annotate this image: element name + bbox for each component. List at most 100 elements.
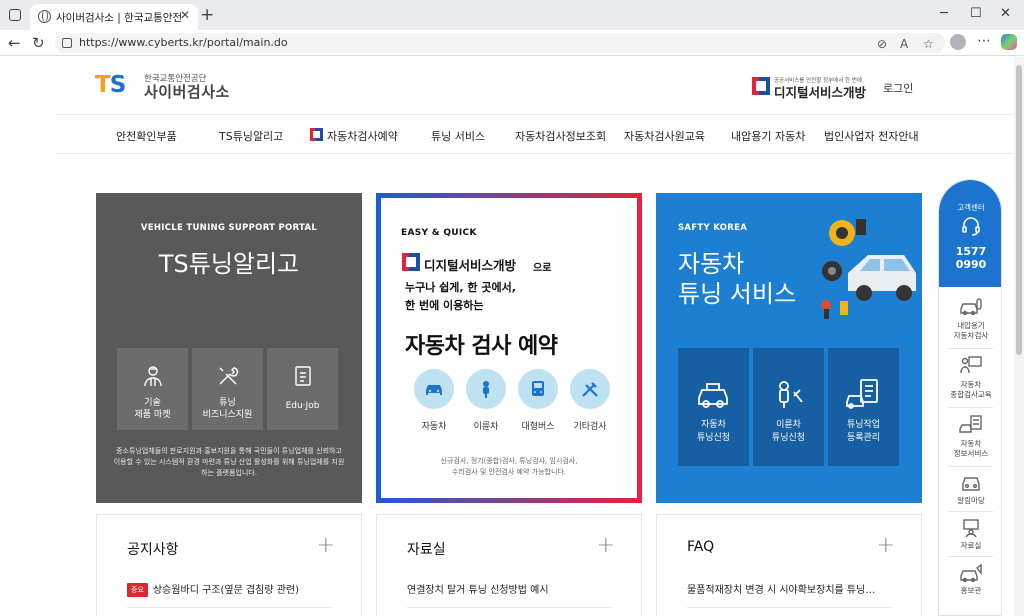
divider — [949, 407, 993, 408]
reservation-line-2: 한 번에 이용하는 — [405, 299, 484, 312]
faq-item[interactable]: 물품적재장치 변경 시 시야확보장치를 튜닝… — [687, 581, 892, 596]
quick-item-label: 알림마당 — [957, 496, 985, 505]
car-cylinder-icon — [960, 298, 982, 315]
digital-service-title[interactable]: 디지털서비스개방 — [774, 82, 866, 101]
nav-item-inspection-reservation[interactable]: 자동차검사예약 — [327, 128, 398, 144]
digital-service-logo-icon — [402, 253, 420, 271]
close-tab-icon[interactable]: ✕ — [180, 8, 190, 22]
tile-label: 기술 제품 마켓 — [134, 398, 171, 420]
archive-board: 자료실 + 연결장치 탈거 튜닝 신청방법 예시 — [376, 514, 642, 616]
quick-item-label: 내압용기 자동차검사 — [953, 321, 989, 340]
car-label: 자동차 — [421, 422, 447, 432]
headset-icon — [962, 217, 980, 236]
tuning-work-registration-tile[interactable]: 튜닝작업 등록관리 — [828, 348, 899, 466]
camera-off-icon[interactable]: ⊘ — [877, 37, 887, 51]
faq-title: FAQ — [687, 539, 715, 555]
tuning-title: TS튜닝알리고 — [158, 250, 300, 278]
minimize-button[interactable]: ─ — [940, 6, 948, 21]
tab-title: 사이버검사소 | 한국교통안전공단 — [56, 12, 181, 24]
service-title-2: 튜닝 서비스 — [678, 280, 797, 308]
tile-label: 자동차 튜닝신청 — [696, 420, 731, 443]
bus-inspection-button[interactable] — [518, 369, 558, 409]
nav-item-ts-tuning[interactable]: TS튜닝알리고 — [219, 128, 283, 144]
motorcycle-inspection-button[interactable] — [466, 369, 506, 409]
other-label: 기타검사 — [573, 422, 607, 432]
quick-item-comprehensive-education[interactable]: 자동차 종합검사교육 — [939, 352, 1001, 408]
edu-job-tile[interactable]: Edu·Job — [267, 348, 338, 430]
tech-market-tile[interactable]: 기술 제품 마켓 — [117, 348, 188, 430]
quick-item-archive[interactable]: 자료실 — [939, 515, 1001, 557]
close-window-button[interactable]: ✕ — [1000, 6, 1011, 21]
page-scrollbar[interactable] — [1014, 57, 1024, 616]
tuning-description: 중소튜닝업체들의 판로지원과 홍보지원을 통해 국민들이 튜닝업체를 신뢰하고 … — [113, 447, 345, 477]
car-front-icon — [962, 477, 980, 491]
notice-more-plus-icon[interactable]: + — [317, 533, 335, 558]
nav-item-tuning-service[interactable]: 튜닝 서비스 — [431, 128, 485, 144]
nav-item-inspection-info[interactable]: 자동차검사정보조회 — [515, 128, 606, 144]
favorite-star-icon[interactable]: ☆ — [923, 37, 934, 51]
tile-label: 튜닝 비즈니스지원 — [202, 398, 253, 420]
quick-item-label: 자동차 종합검사교육 — [950, 380, 992, 399]
maximize-button[interactable]: ☐ — [970, 6, 982, 21]
tuning-eyebrow: VEHICLE TUNING SUPPORT PORTAL — [140, 223, 318, 233]
wrench-icon — [582, 382, 598, 397]
tile-label: Edu·Job — [285, 401, 320, 411]
important-badge: 중요 — [127, 583, 148, 597]
new-tab-button[interactable]: + — [200, 5, 214, 25]
ts-logo-mark[interactable]: TS — [95, 72, 126, 98]
customer-center[interactable]: 고객센터 1577 0990 — [939, 180, 1001, 287]
lecture-icon — [963, 519, 979, 537]
tuning-business-tile[interactable]: 튜닝 비즈니스지원 — [192, 348, 263, 430]
read-aloud-icon[interactable]: A — [900, 37, 908, 51]
inspection-reservation-card[interactable]: EASY & QUICK 디지털서비스개방 으로 누구나 쉽게, 한 곳에서, … — [376, 193, 642, 503]
service-title-1: 자동차 — [678, 250, 745, 278]
car-icon — [426, 385, 442, 395]
nav-item-inspector-education[interactable]: 자동차검사원교육 — [624, 128, 705, 144]
car-inspection-button[interactable] — [414, 369, 454, 409]
copilot-icon[interactable] — [1001, 34, 1017, 50]
notice-title: 공지사항 — [127, 542, 179, 558]
nav-item-pressure-vessel[interactable]: 내압용기 자동차 — [731, 128, 805, 144]
more-menu-icon[interactable]: ⋯ — [977, 33, 991, 49]
document-icon — [295, 366, 311, 386]
tab-actions-icon[interactable] — [9, 9, 21, 21]
bus-label: 대형버스 — [521, 422, 555, 432]
nav-item-safety-parts[interactable]: 안전확인부품 — [116, 128, 177, 144]
quick-item-pr[interactable]: 홍보관 — [939, 560, 1001, 602]
tools-icon — [219, 367, 239, 385]
back-arrow-icon[interactable]: ← — [8, 34, 21, 52]
quick-item-notice[interactable]: 알림마당 — [939, 470, 1001, 512]
presenter-icon — [960, 356, 982, 374]
faq-more-plus-icon[interactable]: + — [877, 533, 895, 558]
tuning-service-card[interactable]: SAFTY KOREA 자동차 튜닝 서비스 자동차 튜닝신청 이륜차 튜닝신청 튜… — [656, 193, 922, 503]
divider — [949, 466, 993, 467]
tile-label: 이륜차 튜닝신청 — [771, 420, 806, 443]
notice-item[interactable]: 중요 상승웜바디 구조(옆문 겹침량 관련) — [127, 581, 332, 597]
quick-item-info-service[interactable]: 자동차 정보서비스 — [939, 411, 1001, 467]
archive-item[interactable]: 연결장치 탈거 튜닝 신청방법 예시 — [407, 581, 612, 596]
nav-item-corporate-guide[interactable]: 법인사업자 전자안내 — [824, 128, 919, 144]
profile-avatar[interactable] — [950, 34, 966, 50]
motorcycle-tuning-request-tile[interactable]: 이륜차 튜닝신청 — [753, 348, 824, 466]
archive-more-plus-icon[interactable]: + — [597, 533, 615, 558]
car-tuning-request-tile[interactable]: 자동차 튜닝신청 — [678, 348, 749, 466]
digital-service-logo-icon[interactable] — [752, 77, 770, 95]
tile-label: 튜닝작업 등록관리 — [846, 420, 881, 443]
reservation-brand: 디지털서비스개방 — [424, 258, 517, 273]
reservation-eyebrow: EASY & QUICK — [401, 228, 477, 238]
other-inspection-button[interactable] — [570, 369, 610, 409]
divider — [949, 511, 993, 512]
browser-tab-strip: 사이버검사소 | 한국교통안전공단 ✕ + ─ ☐ ✕ — [0, 0, 1024, 30]
car-tool-icon — [698, 383, 728, 408]
browser-tab[interactable]: 사이버검사소 | 한국교통안전공단 ✕ — [30, 4, 198, 30]
digital-service-mini-icon — [310, 128, 323, 141]
logo-title[interactable]: 사이버검사소 — [144, 81, 230, 102]
login-link[interactable]: 로그인 — [883, 80, 913, 96]
phone-number: 1577 0990 — [955, 245, 987, 271]
url-text: https://www.cyberts.kr/portal/main.do — [79, 36, 288, 49]
divider — [949, 348, 993, 349]
refresh-icon[interactable]: ↻ — [32, 34, 45, 52]
scrollbar-thumb[interactable] — [1016, 65, 1022, 355]
quick-item-pressure-vessel[interactable]: 내압용기 자동차검사 — [939, 293, 1001, 349]
address-input[interactable]: https://www.cyberts.kr/portal/main.do ⊘ … — [55, 33, 945, 53]
